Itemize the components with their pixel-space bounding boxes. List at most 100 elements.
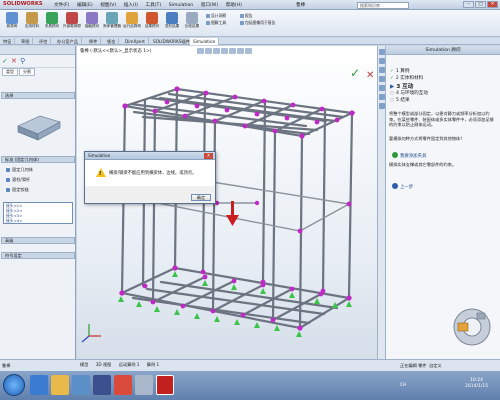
maximize-button[interactable]: □ (475, 1, 486, 8)
option-description: 模拟实体支撑或其它零部件的约束。 (389, 162, 457, 167)
deformed-result-button[interactable]: 变形结果 (163, 12, 181, 34)
tab-dimxpert[interactable]: DimXpert (122, 38, 149, 45)
menu-edit[interactable]: 编辑(E) (77, 2, 93, 8)
step-interactions[interactable]: 3 互动 (390, 82, 413, 90)
appearances-icon[interactable] (379, 85, 385, 91)
compare-results-button[interactable]: 比较结果 (183, 12, 201, 34)
property-actions: ✓ ✕ ⚲ (0, 55, 75, 68)
run-study-button[interactable]: 运行此算例 (123, 12, 141, 34)
solidworks-taskbar-icon[interactable] (156, 375, 174, 395)
cancel-x-icon[interactable]: ✕ (11, 58, 18, 65)
apply-material-button[interactable]: 应用材料 (23, 12, 41, 34)
menu-view[interactable]: 视图(V) (100, 2, 116, 8)
view-palette-icon[interactable] (379, 76, 385, 82)
word-taskbar-icon[interactable] (135, 375, 153, 395)
section-selection[interactable]: 选择 (1, 92, 75, 99)
start-button[interactable] (3, 374, 25, 396)
design-insight-button[interactable]: 设计洞察 (206, 13, 226, 18)
windows-taskbar: CH 10:24 2014/1/15 (0, 371, 500, 400)
list-item[interactable]: 接头<4> (4, 218, 72, 223)
menu-simulation[interactable]: Simulation (169, 3, 193, 8)
chrome-taskbar-icon[interactable] (114, 375, 132, 395)
new-study-button[interactable]: 新算例 (3, 12, 21, 34)
advisor-question: 要模拟何种方式将零件固定到其他物体？ (389, 136, 465, 141)
fixture-subtabs: 类型 分割 (0, 68, 75, 76)
connections-advisor-button[interactable]: 接触顾问 (83, 12, 101, 34)
fixed-hinge-option[interactable]: 固定铰链 (6, 187, 29, 193)
section-standard[interactable]: 标准 (固定几何体) (1, 156, 75, 163)
minimize-button[interactable]: – (463, 1, 474, 8)
dialog-body: ! 横梁/钢梁不能应用到横梁体，边线，或顶点。 (85, 160, 215, 186)
shell-icon (106, 12, 118, 24)
tab-simulation[interactable]: Simulation (190, 38, 220, 45)
tab-3d-views[interactable]: 3D 视图 (96, 362, 112, 367)
taskbar-clock[interactable]: 10:24 2014/1/15 (465, 378, 488, 390)
tab-weldments[interactable]: 焊件 (86, 38, 102, 45)
menu-file[interactable]: 文件(F) (54, 2, 69, 8)
units-selector[interactable]: 自定义 (429, 363, 442, 368)
advisor-description: 将整个模型或部分固定，以便对静力或频率分析加以约束。在某些零件、装配体或多实体零… (389, 111, 494, 128)
section-symbol-settings[interactable]: 符号设定 (1, 252, 75, 259)
menu-help[interactable]: 帮助(H) (226, 2, 242, 8)
tab-features[interactable]: 特征 (0, 38, 16, 45)
report-button[interactable]: 报告 (240, 13, 253, 18)
simulation-advisor-pane: Simulation 顾问 1 算例 2 实体和材料 3 互动 4 与环境的互动… (386, 46, 500, 359)
ok-check-icon[interactable]: ✓ (2, 58, 9, 65)
fixed-geometry-option[interactable]: 固定几何体 (6, 167, 33, 173)
pin-icon[interactable]: ⚲ (20, 58, 27, 65)
app-logo: SOLIDWORKS (3, 1, 43, 7)
status-model-name: 鲁棒 (2, 363, 11, 368)
ok-button[interactable]: 确定 (191, 194, 211, 201)
fixture-preview-image (17, 115, 61, 141)
tab-evaluate[interactable]: 评估 (36, 38, 52, 45)
resources-icon[interactable] (379, 49, 385, 55)
model-tabs: 模型 3D 视图 运动算例 1 算例 1 (80, 362, 159, 368)
menu-window[interactable]: 窗口(W) (201, 2, 218, 8)
previous-step-link[interactable]: 上一步 (392, 183, 413, 190)
design-library-icon[interactable] (379, 58, 385, 64)
step-study[interactable]: 1 算例 (390, 68, 410, 74)
add-fixture-link[interactable]: 我要添加夹具 (392, 152, 426, 159)
shell-manager-button[interactable]: 壳体管理器 (103, 12, 121, 34)
tab-type[interactable]: 类型 (2, 68, 18, 76)
deformed-icon (166, 12, 178, 24)
menu-tools[interactable]: 工具(T) (146, 2, 162, 8)
status-bar: 鲁棒 模型 3D 视图 运动算例 1 算例 1 正在编辑 零件 自定义 (0, 359, 500, 371)
search-input[interactable]: 搜索知识库 (357, 2, 409, 9)
explorer-taskbar-icon[interactable] (51, 375, 69, 395)
tab-split[interactable]: 分割 (19, 68, 35, 76)
step-results[interactable]: 5 结果 (390, 97, 410, 103)
step-environment[interactable]: 4 与环境的互动 (390, 90, 428, 96)
tab-motion-study[interactable]: 运动算例 1 (119, 362, 140, 367)
fixtures-advisor-button[interactable]: 夹具顾问 (43, 12, 61, 34)
tab-sketch[interactable]: 草图 (18, 38, 34, 45)
plot-tools-button[interactable]: 图解工具 (206, 20, 226, 25)
external-loads-button[interactable]: 外部载荷顾问 (63, 12, 81, 34)
roller-slider-option[interactable]: 滚柱/滑杆 (6, 177, 30, 183)
file-explorer-icon[interactable] (379, 67, 385, 73)
app-taskbar-icon[interactable] (93, 375, 111, 395)
simulation-advisor-icon[interactable] (379, 103, 385, 109)
results-advisor-button[interactable]: 结果顾问 (143, 12, 161, 34)
selected-entities-list[interactable]: 接头<1> 接头<2> 接头<3> 接头<4> (3, 202, 73, 224)
tab-study-1[interactable]: 算例 1 (147, 362, 159, 367)
dialog-close-button[interactable]: X (204, 153, 213, 159)
ie-taskbar-icon[interactable] (30, 375, 48, 395)
fixture-icon (46, 12, 58, 24)
system-tray[interactable]: CH (400, 382, 406, 387)
step-bodies-materials[interactable]: 2 实体和材料 (390, 75, 423, 81)
media-taskbar-icon[interactable] (72, 375, 90, 395)
tab-model[interactable]: 模型 (80, 362, 88, 367)
custom-properties-icon[interactable] (379, 94, 385, 100)
menu-insert[interactable]: 插入(I) (124, 2, 138, 8)
compare-icon (186, 12, 198, 24)
tab-office[interactable]: 办公室产品 (54, 38, 82, 45)
warning-mark: ! (99, 171, 102, 177)
panel-tab-strip (0, 46, 75, 55)
tab-sheet-metal[interactable]: 钣金 (104, 38, 120, 45)
tab-addins[interactable]: SOLIDWORKS插件 (150, 38, 194, 45)
connection-icon (86, 12, 98, 24)
close-window-button[interactable]: ✕ (487, 1, 498, 8)
section-advanced[interactable]: 高级 (1, 237, 75, 244)
include-image-button[interactable]: 包括图像用于报告 (240, 20, 275, 25)
